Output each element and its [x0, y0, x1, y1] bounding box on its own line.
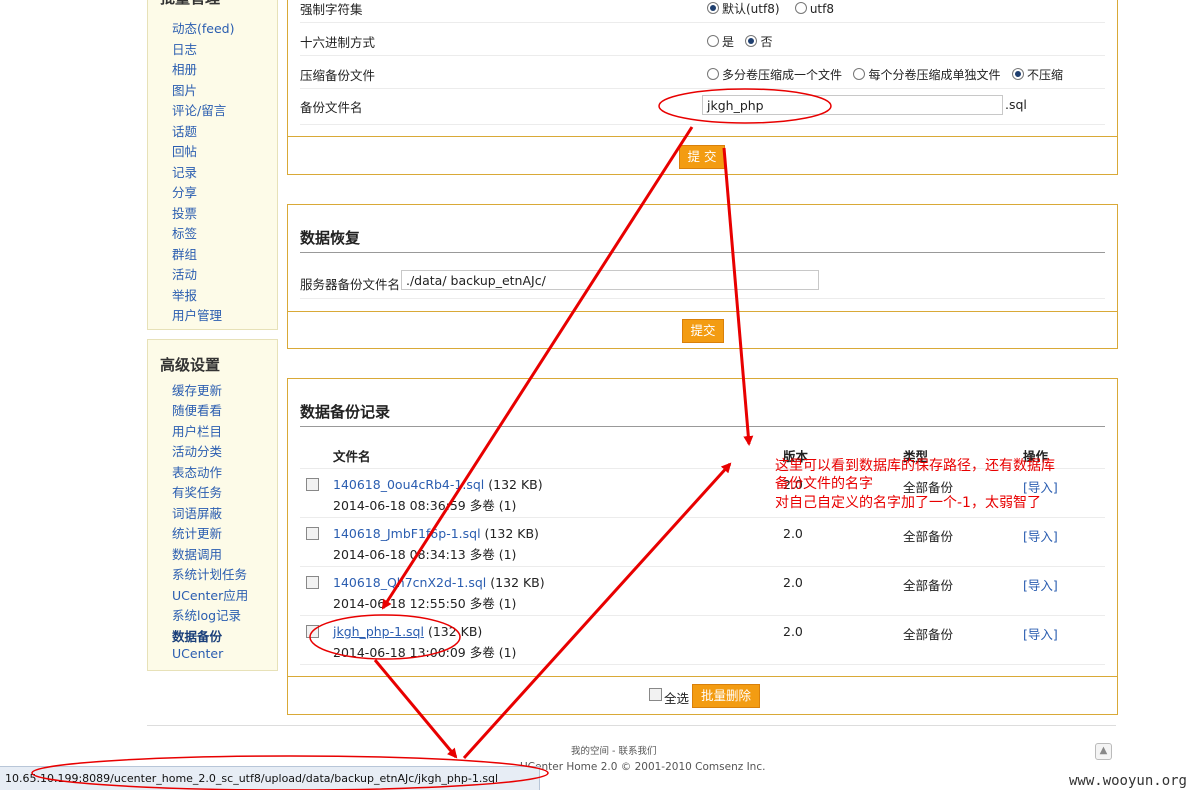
filename-highlight-ellipse [658, 88, 832, 124]
arrow-submit-to-note [722, 147, 754, 446]
watermark: www.wooyun.org [1068, 773, 1187, 789]
arrow-status-to-note [462, 462, 732, 760]
annotation-note-line3: 对自己自定义的名字加了一个-1，太弱智了 [775, 495, 1041, 511]
file-row-highlight-ellipse [309, 614, 461, 660]
arrow-filename-to-record [381, 126, 694, 610]
arrow-record-to-status [373, 659, 458, 759]
status-path-highlight-ellipse [31, 755, 549, 790]
annotation-overlay [31, 88, 832, 790]
annotation-note-line1: 这里可以看到数据库的保存路径，还有数据库 [775, 458, 1055, 474]
annotation-note-line2: 备份文件的名字 [775, 476, 873, 492]
